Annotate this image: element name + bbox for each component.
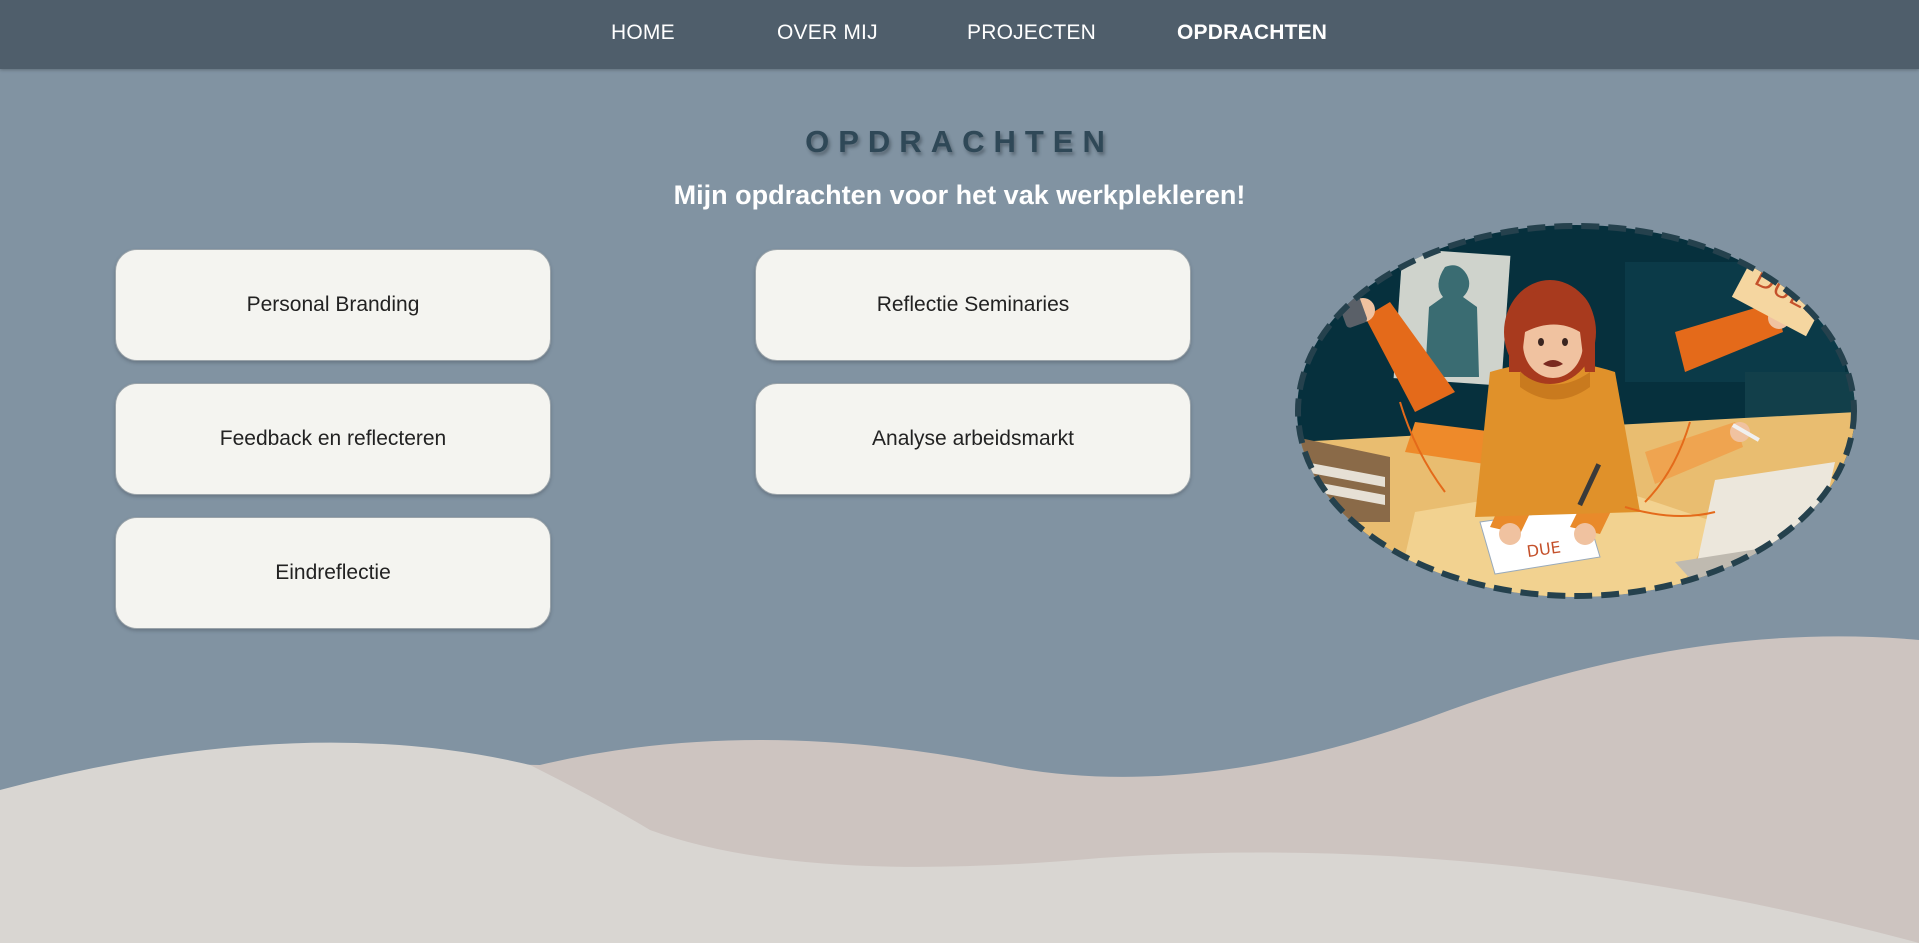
- card-personal-branding[interactable]: Personal Branding: [115, 249, 551, 361]
- top-navbar: HOME OVER MIJ PROJECTEN OPDRACHTEN: [0, 0, 1919, 69]
- card-reflectie-seminaries[interactable]: Reflectie Seminaries: [755, 249, 1191, 361]
- nav-item-opdrachten[interactable]: OPDRACHTEN: [1177, 21, 1327, 45]
- card-label: Analyse arbeidsmarkt: [872, 427, 1074, 450]
- card-feedback-en-reflecteren[interactable]: Feedback en reflecteren: [115, 383, 551, 495]
- nav-item-over-mij[interactable]: OVER MIJ: [777, 21, 878, 45]
- page-subtitle: Mijn opdrachten voor het vak werkplekler…: [673, 180, 1246, 210]
- page-title: OPDRACHTEN: [805, 124, 1114, 159]
- card-label: Feedback en reflecteren: [219, 427, 447, 450]
- stressed-worker-illustration: DUE DUE!: [1295, 223, 1857, 599]
- nav-item-projecten[interactable]: PROJECTEN: [967, 21, 1096, 45]
- card-analyse-arbeidsmarkt[interactable]: Analyse arbeidsmarkt: [755, 383, 1191, 495]
- card-label: Eindreflectie: [275, 561, 391, 584]
- decorative-waves: [0, 636, 1919, 943]
- card-label: Personal Branding: [246, 293, 420, 316]
- nav-item-home[interactable]: HOME: [611, 21, 675, 45]
- page: HOME OVER MIJ PROJECTEN OPDRACHTEN OPDRA…: [0, 0, 1919, 943]
- card-label: Reflectie Seminaries: [876, 293, 1070, 316]
